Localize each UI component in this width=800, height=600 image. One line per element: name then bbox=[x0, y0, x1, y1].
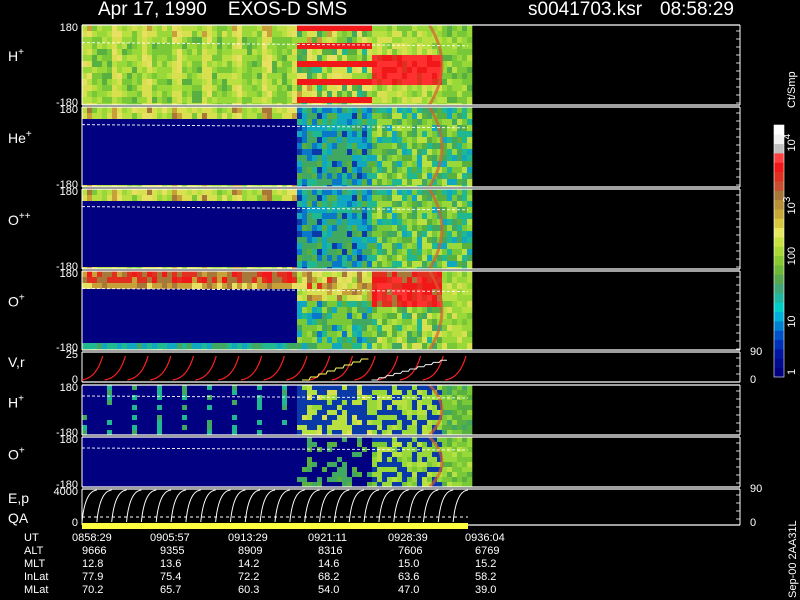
colorbar-swatch bbox=[774, 283, 784, 294]
left-tick-top-7: 4000 bbox=[54, 486, 78, 498]
footer-cell: 8909 bbox=[238, 545, 262, 557]
colorbar-swatch bbox=[774, 293, 784, 303]
colorbar-swatch bbox=[774, 181, 784, 191]
footer-cell: 58.2 bbox=[475, 571, 496, 583]
left-tick-top-0: 180 bbox=[60, 22, 78, 34]
footer-cell: 7606 bbox=[398, 545, 422, 557]
colorbar-swatch bbox=[774, 255, 784, 266]
footer-cell: 14.2 bbox=[238, 558, 259, 570]
colorbar-swatch bbox=[774, 274, 784, 285]
left-tick-top-2: 180 bbox=[60, 186, 78, 198]
footer-cell: 77.9 bbox=[82, 571, 103, 583]
panel-label-3: O+ bbox=[8, 293, 25, 310]
footer-cell: 0858:29 bbox=[72, 532, 112, 544]
file-time: 08:58:29 bbox=[660, 0, 734, 20]
left-tick-top-1: 180 bbox=[60, 104, 78, 116]
footer-cell: 0921:11 bbox=[308, 532, 347, 544]
footer-cell: 70.2 bbox=[82, 584, 103, 596]
left-tick-top-4: 25 bbox=[66, 349, 78, 361]
footer-cell: 15.0 bbox=[398, 558, 419, 570]
footer-cell: 65.7 bbox=[160, 584, 181, 596]
panel-label-5: H+ bbox=[8, 394, 24, 411]
colorbar-swatch bbox=[774, 367, 784, 378]
heatmap-cells bbox=[82, 24, 473, 489]
footer-cell: 12.8 bbox=[82, 558, 103, 570]
footer-label-ut: UT bbox=[24, 532, 39, 544]
panel-label-6: O+ bbox=[8, 446, 25, 463]
left-tick-top-6: 180 bbox=[60, 434, 78, 446]
colorbar-tick-4: 104 bbox=[782, 133, 798, 151]
colorbar-swatch bbox=[774, 265, 784, 275]
footer-cell: 6769 bbox=[475, 545, 499, 557]
footer-cell: 68.2 bbox=[318, 571, 339, 583]
colorbar-swatch bbox=[774, 237, 784, 247]
footer-cell: 15.2 bbox=[475, 558, 496, 570]
footer-label-alt: ALT bbox=[24, 545, 44, 557]
corner-label: Sep-00 2AA31L bbox=[787, 520, 799, 598]
colorbar-unit-label: Ct/Smp bbox=[786, 71, 798, 108]
footer-cell: 72.2 bbox=[238, 571, 259, 583]
footer-cell: 75.4 bbox=[160, 571, 181, 583]
footer-cell: 63.6 bbox=[398, 571, 419, 583]
footer-cell: 9666 bbox=[82, 545, 106, 557]
colorbar: 1 10 100 103 104 bbox=[773, 124, 798, 378]
exos-d-sms-spectrogram: H+180-180He+180-180O++180-180O+180-180V,… bbox=[8, 0, 799, 598]
colorbar-tick-2: 100 bbox=[786, 247, 798, 265]
colorbar-tick-0: 1 bbox=[786, 369, 798, 375]
colorbar-swatch bbox=[774, 227, 784, 238]
footer-cell: 0936:04 bbox=[465, 532, 505, 544]
colorbar-tick-3: 103 bbox=[782, 196, 798, 214]
footer-cell: 0928:39 bbox=[388, 532, 428, 544]
colorbar-swatch bbox=[774, 162, 784, 173]
panel-label-0: H+ bbox=[8, 47, 24, 64]
footer-label-inlat: InLat bbox=[24, 571, 48, 583]
colorbar-swatch bbox=[774, 321, 784, 331]
footer-cell: 54.0 bbox=[318, 584, 339, 596]
footer-cell: 0905:57 bbox=[150, 532, 190, 544]
panel-label-4: V,r bbox=[8, 354, 25, 370]
footer-cell: 13.6 bbox=[160, 558, 181, 570]
footer-cell: 14.6 bbox=[318, 558, 339, 570]
panel-label-1: He+ bbox=[8, 129, 32, 146]
footer-cell: 9355 bbox=[160, 545, 184, 557]
footer-cell: 8316 bbox=[318, 545, 342, 557]
colorbar-swatch bbox=[774, 311, 784, 322]
colorbar-swatch bbox=[774, 153, 784, 163]
colorbar-swatch bbox=[774, 246, 784, 257]
footer-cell: 60.3 bbox=[238, 584, 259, 596]
colorbar-tick-1: 10 bbox=[786, 315, 798, 327]
colorbar-swatch bbox=[774, 358, 784, 369]
colorbar-swatch bbox=[774, 330, 784, 341]
right-tick-bottom-7: 0 bbox=[750, 517, 756, 529]
file-name: s0041703.ksr bbox=[528, 0, 643, 20]
panel-label-2: O++ bbox=[8, 211, 31, 228]
right-tick-bottom-4: 0 bbox=[750, 374, 756, 386]
footer-cell: 47.0 bbox=[398, 584, 419, 596]
footer-label-mlat: MLat bbox=[24, 584, 48, 596]
chart-title: Apr 17, 1990 EXOS-D SMS bbox=[98, 0, 347, 20]
right-tick-top-7: 90 bbox=[750, 483, 762, 495]
right-tick-top-4: 90 bbox=[750, 346, 762, 358]
colorbar-swatch bbox=[774, 125, 784, 135]
footer-label-mlt: MLT bbox=[24, 558, 45, 570]
footer-cell: 39.0 bbox=[475, 584, 496, 596]
footer-table: UT 0858:29 0905:57 0913:29 0921:11 0928:39 093… bbox=[24, 532, 505, 596]
colorbar-swatch bbox=[774, 209, 784, 219]
left-tick-bottom-7: 0 bbox=[72, 517, 78, 529]
colorbar-swatch bbox=[774, 349, 784, 359]
left-tick-top-3: 180 bbox=[60, 268, 78, 280]
colorbar-swatch bbox=[774, 302, 784, 313]
panel-label-7: E,p bbox=[8, 490, 29, 506]
left-tick-top-5: 180 bbox=[60, 382, 78, 394]
colorbar-swatch bbox=[774, 218, 784, 229]
panel-label-qa: QA bbox=[8, 510, 29, 526]
footer-cell: 0913:29 bbox=[228, 532, 268, 544]
colorbar-swatch bbox=[774, 143, 784, 154]
colorbar-swatch bbox=[774, 171, 784, 182]
colorbar-swatch bbox=[774, 339, 784, 350]
